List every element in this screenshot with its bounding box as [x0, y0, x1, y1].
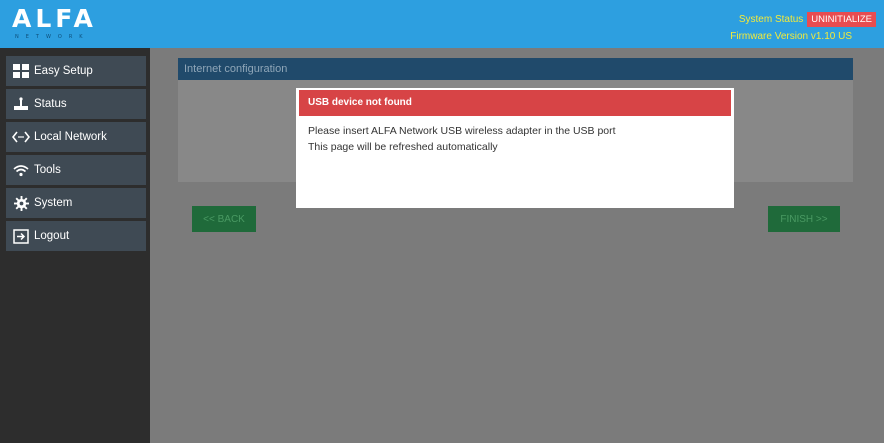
sidebar-item-easy-setup[interactable]: Easy Setup [6, 56, 146, 86]
sidebar-item-label: System [34, 197, 73, 209]
section-title: Internet configuration [178, 58, 853, 80]
wifi-icon [12, 162, 30, 178]
obscured-text [468, 260, 558, 269]
dialog-title: USB device not found [299, 90, 731, 116]
firmware-label: Firmware Version [730, 31, 809, 42]
back-button[interactable]: << BACK [192, 206, 256, 232]
sidebar-item-label: Status [34, 98, 67, 110]
system-status: System Status UNINITIALIZE [738, 11, 876, 27]
status-badge: UNINITIALIZE [807, 11, 876, 27]
firmware-version: Firmware Version v1.10 US [730, 31, 852, 42]
status-icon [12, 96, 30, 112]
top-header: ALFA NETWORK System Status UNINITIALIZE … [0, 0, 884, 48]
alfa-logo: ALFA NETWORK [12, 6, 124, 42]
firmware-value: v1.10 US [810, 31, 852, 42]
system-status-label: System Status [738, 13, 804, 25]
easy-setup-icon [12, 63, 30, 79]
sidebar-item-system[interactable]: System [6, 188, 146, 218]
gear-icon [12, 195, 30, 211]
logout-icon [12, 228, 30, 244]
sidebar: Easy Setup Status Local Network Tools Sy… [0, 48, 150, 443]
sidebar-item-label: Logout [34, 230, 70, 242]
logo-text: ALFA [12, 4, 97, 33]
sidebar-item-logout[interactable]: Logout [6, 221, 146, 251]
dialog-message-line1: Please insert ALFA Network USB wireless … [308, 125, 616, 137]
finish-button[interactable]: FINISH >> [768, 206, 840, 232]
logo-subtext: NETWORK [15, 34, 90, 40]
sidebar-item-label: Easy Setup [34, 65, 93, 77]
sidebar-item-status[interactable]: Status [6, 89, 146, 119]
sidebar-item-label: Local Network [34, 131, 107, 143]
sidebar-item-local-network[interactable]: Local Network [6, 122, 146, 152]
sidebar-item-tools[interactable]: Tools [6, 155, 146, 185]
local-network-icon [12, 129, 30, 145]
usb-not-found-dialog: USB device not found Please insert ALFA … [296, 88, 734, 208]
dialog-message-line2: This page will be refreshed automaticall… [308, 141, 498, 153]
sidebar-item-label: Tools [34, 164, 61, 176]
